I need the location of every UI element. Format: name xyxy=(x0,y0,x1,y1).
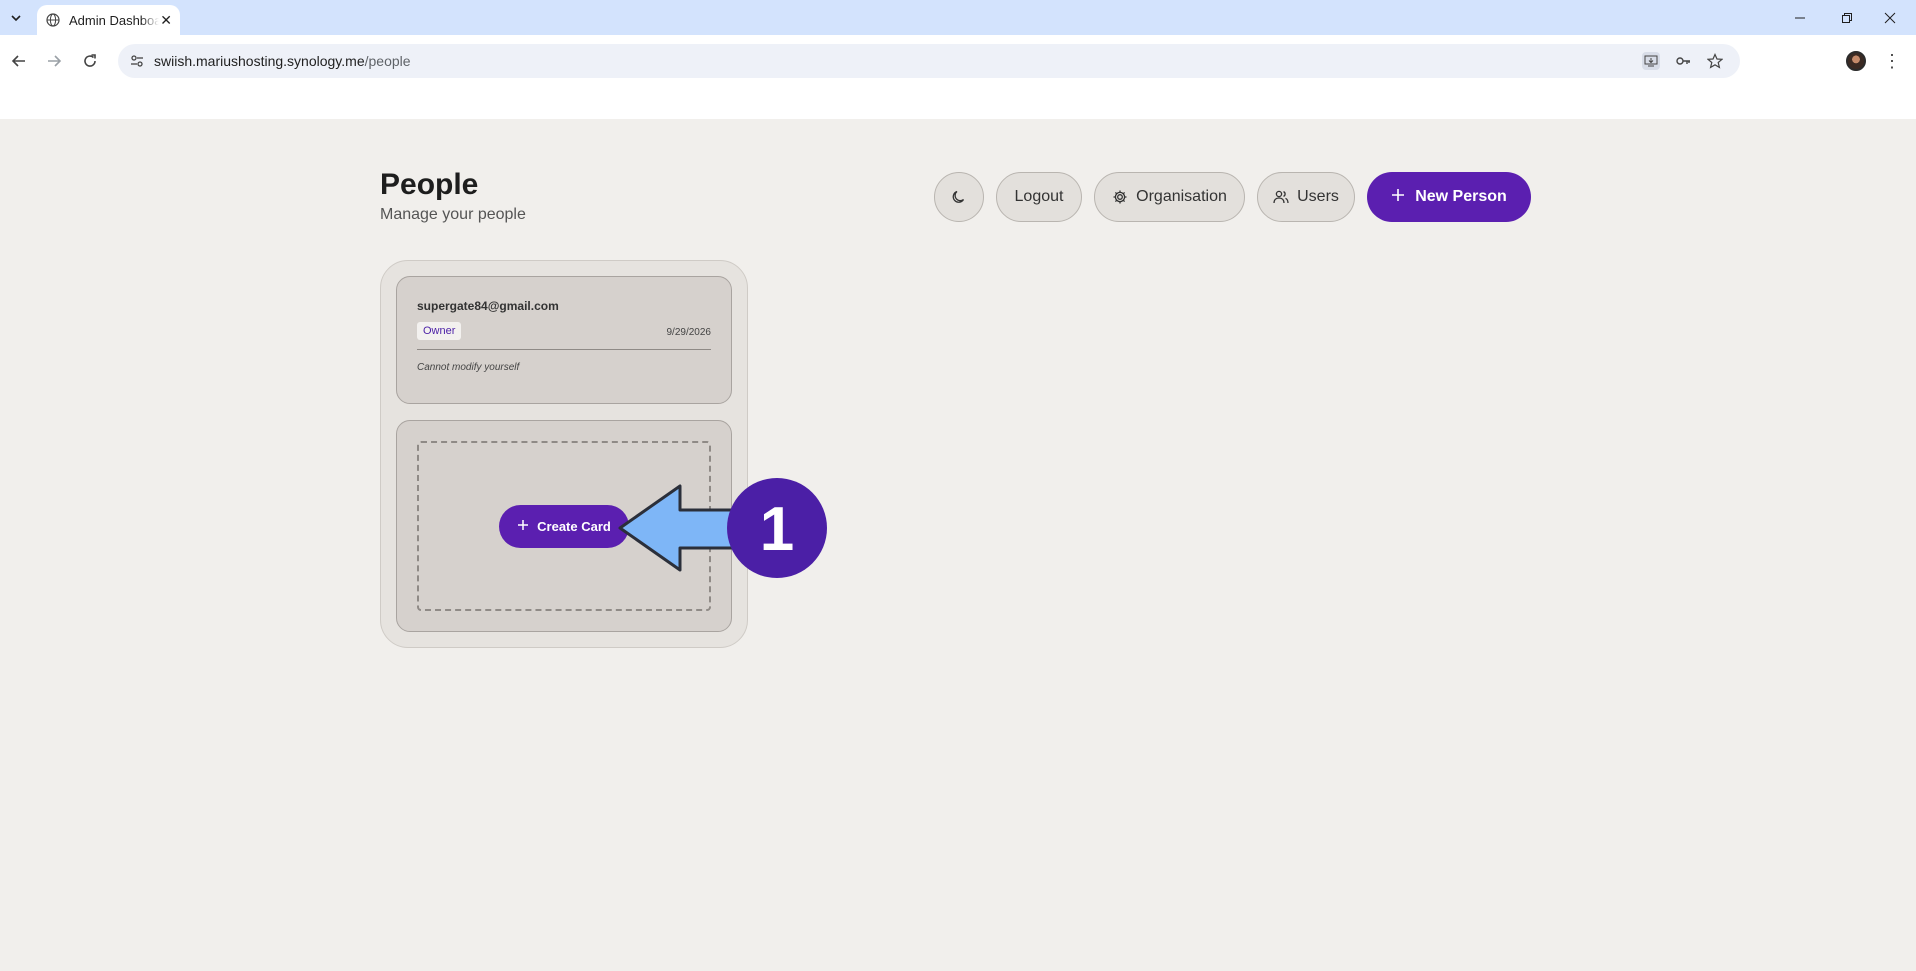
person-card[interactable]: supergate84@gmail.com Owner 9/29/2026 Ca… xyxy=(396,276,732,404)
users-label: Users xyxy=(1297,188,1339,205)
logout-button[interactable]: Logout xyxy=(996,172,1082,222)
browser-menu-icon[interactable]: ⋮ xyxy=(1882,50,1902,72)
install-app-icon[interactable] xyxy=(1642,52,1660,70)
forward-icon[interactable] xyxy=(43,50,65,72)
logout-label: Logout xyxy=(1014,188,1064,205)
theme-toggle-button[interactable] xyxy=(934,172,984,222)
profile-avatar[interactable] xyxy=(1846,51,1866,71)
card-divider xyxy=(417,349,711,350)
step-annotation: 1 xyxy=(618,478,827,578)
annotation-step-number: 1 xyxy=(760,495,794,564)
browser-tab[interactable]: Admin Dashboard ✕ xyxy=(37,5,180,35)
gear-icon xyxy=(1112,189,1128,205)
plus-icon xyxy=(1391,188,1405,207)
annotation-arrow xyxy=(618,484,737,572)
new-person-button[interactable]: New Person xyxy=(1367,172,1531,222)
url-path: /people xyxy=(364,53,411,69)
person-date: 9/29/2026 xyxy=(666,327,712,338)
organisation-button[interactable]: Organisation xyxy=(1094,172,1245,222)
plus-icon xyxy=(517,519,529,534)
page-title: People xyxy=(380,168,479,201)
globe-icon xyxy=(45,12,61,28)
tab-search-chevron-icon[interactable] xyxy=(6,8,26,28)
minimize-icon[interactable] xyxy=(1790,8,1810,28)
password-key-icon[interactable] xyxy=(1674,52,1692,70)
users-icon xyxy=(1273,189,1289,205)
page-subtitle: Manage your people xyxy=(380,206,526,223)
users-button[interactable]: Users xyxy=(1257,172,1355,222)
url-host: swiish.mariushosting.synology.me xyxy=(154,53,365,69)
back-icon[interactable] xyxy=(8,50,30,72)
person-note: Cannot modify yourself xyxy=(417,362,520,373)
tab-close-icon[interactable]: ✕ xyxy=(160,12,172,29)
reload-icon[interactable] xyxy=(79,50,101,72)
role-badge: Owner xyxy=(417,322,462,340)
site-settings-icon[interactable] xyxy=(128,52,146,70)
new-person-label: New Person xyxy=(1415,188,1507,205)
address-bar[interactable]: swiish.mariushosting.synology.me/people xyxy=(118,44,1740,78)
page-background xyxy=(0,119,1916,971)
close-window-icon[interactable] xyxy=(1880,8,1900,28)
restore-icon[interactable] xyxy=(1837,8,1857,28)
browser-tab-bar: Admin Dashboard ✕ xyxy=(0,0,1916,35)
bookmark-star-icon[interactable] xyxy=(1706,52,1724,70)
organisation-label: Organisation xyxy=(1136,188,1227,205)
url-text: swiish.mariushosting.synology.me/people xyxy=(154,53,411,69)
tab-title: Admin Dashboard xyxy=(69,12,159,28)
person-email: supergate84@gmail.com xyxy=(417,299,559,313)
moon-icon xyxy=(951,189,967,205)
